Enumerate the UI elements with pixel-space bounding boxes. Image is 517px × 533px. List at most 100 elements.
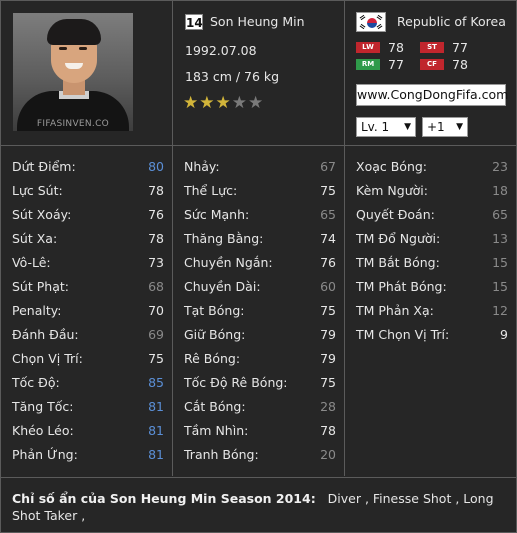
stat-row: Rê Bóng: 79	[184, 349, 336, 367]
stat-label: Tranh Bóng:	[184, 446, 259, 462]
stat-row: Chuyền Ngắn: 76	[184, 253, 336, 271]
stat-row: Cắt Bóng: 28	[184, 397, 336, 415]
stat-label: Giữ Bóng:	[184, 326, 246, 342]
stat-label: Thăng Bằng:	[184, 230, 264, 246]
star-filled-icon: ★	[199, 93, 216, 113]
stat-value: 81	[148, 398, 164, 414]
stat-value: 65	[320, 206, 336, 222]
stat-value: 13	[492, 230, 508, 246]
player-info: 14 Son Heung Min 1992.07.08 183 cm / 76 …	[173, 1, 345, 145]
hidden-traits: Chỉ số ẩn của Son Heung Min Season 2014:…	[0, 478, 517, 533]
stat-value: 23	[492, 158, 508, 174]
position-value-cf: 78	[452, 57, 468, 72]
stat-label: Sút Xoáy:	[12, 206, 72, 222]
hidden-traits-heading: Chỉ số ẩn của Son Heung Min Season 2014:	[12, 491, 316, 506]
stat-row: Tốc Độ: 85	[12, 373, 164, 391]
stat-row: Kèm Người: 18	[356, 181, 508, 199]
level-select[interactable]: Lv. 1 ▼	[356, 117, 416, 137]
stat-label: Vô-Lê:	[12, 254, 51, 270]
stat-row: Vô-Lê: 73	[12, 253, 164, 271]
stat-row: Quyết Đoán: 65	[356, 205, 508, 223]
stat-row: Sút Xoáy: 76	[12, 205, 164, 223]
position-row: RM 77 CF 78	[356, 57, 484, 72]
stat-label: Tốc Độ:	[12, 374, 60, 390]
stat-value: 78	[320, 422, 336, 438]
stat-row: Tốc Độ Rê Bóng: 75	[184, 373, 336, 391]
stat-label: Đánh Đầu:	[12, 326, 79, 342]
stat-label: Sút Xa:	[12, 230, 58, 246]
player-card: FIFASINVEN.CO 14 Son Heung Min 1992.07.0…	[0, 0, 517, 533]
stat-label: Tạt Bóng:	[184, 302, 245, 318]
stat-label: Khéo Léo:	[12, 422, 74, 438]
stat-value: 15	[492, 278, 508, 294]
stat-label: Tầm Nhìn:	[184, 422, 249, 438]
site-link[interactable]: www.CongDongFifa.com	[356, 84, 508, 106]
stat-label: Dứt Điểm:	[12, 158, 76, 174]
stat-value: 79	[320, 350, 336, 366]
stat-value: 75	[320, 182, 336, 198]
chevron-down-icon: ▼	[456, 122, 463, 132]
star-empty-icon: ★	[231, 93, 248, 113]
stat-row: TM Phát Bóng: 15	[356, 277, 508, 295]
stat-label: TM Bắt Bóng:	[356, 254, 440, 270]
stat-row: TM Phản Xạ: 12	[356, 301, 508, 319]
stat-row: Dứt Điểm: 80	[12, 157, 164, 175]
stats-column-2: Nhảy: 67 Thể Lực: 75 Sức Mạnh: 65 Thăng Bằng: 7…	[173, 146, 345, 476]
stat-value: 67	[320, 158, 336, 174]
stat-row: Đánh Đầu: 69	[12, 325, 164, 343]
stats-table: Dứt Điểm: 80 Lực Sút: 78 Sút Xoáy: 76 Sút Xa: 7…	[0, 146, 517, 478]
stat-label: Quyết Đoán:	[356, 206, 435, 222]
stat-value: 81	[148, 422, 164, 438]
stat-value: 28	[320, 398, 336, 414]
star-empty-icon: ★	[248, 93, 265, 113]
stat-row: Giữ Bóng: 79	[184, 325, 336, 343]
position-value-rm: 77	[388, 57, 404, 72]
stat-label: TM Phản Xạ:	[356, 302, 434, 318]
stat-row: Sút Xa: 78	[12, 229, 164, 247]
photo-cell: FIFASINVEN.CO	[1, 1, 173, 145]
player-photo: FIFASINVEN.CO	[13, 13, 133, 131]
shirt-number-badge: 14	[185, 14, 203, 30]
stat-label: Sức Mạnh:	[184, 206, 250, 222]
stat-row: Chọn Vị Trí: 75	[12, 349, 164, 367]
stat-row: Lực Sút: 78	[12, 181, 164, 199]
stat-label: Phản Ứng:	[12, 446, 78, 462]
stats-column-1: Dứt Điểm: 80 Lực Sút: 78 Sút Xoáy: 76 Sút Xa: 7…	[1, 146, 173, 476]
stat-value: 9	[500, 326, 508, 342]
plus-select-value: +1	[427, 120, 445, 134]
stat-label: TM Chọn Vị Trí:	[356, 326, 450, 342]
stat-value: 75	[320, 302, 336, 318]
stat-value: 80	[148, 158, 164, 174]
south-korea-flag-icon	[356, 12, 386, 32]
stat-row: Tranh Bóng: 20	[184, 445, 336, 463]
stat-label: Tốc Độ Rê Bóng:	[184, 374, 288, 390]
stat-label: Chọn Vị Trí:	[12, 350, 83, 366]
stat-value: 74	[320, 230, 336, 246]
stat-label: Rê Bóng:	[184, 350, 241, 366]
stat-row: Thể Lực: 75	[184, 181, 336, 199]
country-name: Republic of Korea	[397, 14, 506, 29]
stat-value: 73	[148, 254, 164, 270]
player-dob: 1992.07.08	[185, 43, 257, 58]
stat-value: 76	[148, 206, 164, 222]
stat-label: TM Đổ Người:	[356, 230, 441, 246]
plus-select[interactable]: +1 ▼	[422, 117, 468, 137]
stat-label: Nhảy:	[184, 158, 220, 174]
stat-row: Sức Mạnh: 65	[184, 205, 336, 223]
stat-label: Penalty:	[12, 302, 62, 318]
stat-row: Thăng Bằng: 74	[184, 229, 336, 247]
position-value-st: 77	[452, 40, 468, 55]
stat-value: 75	[148, 350, 164, 366]
nationality-cell: Republic of Korea LW 78 ST 77 RM 77 CF 7…	[345, 1, 517, 145]
position-row: LW 78 ST 77	[356, 40, 484, 55]
stat-row: Tạt Bóng: 75	[184, 301, 336, 319]
star-filled-icon: ★	[183, 93, 200, 113]
chevron-down-icon: ▼	[404, 122, 411, 132]
star-filled-icon: ★	[215, 93, 232, 113]
stat-value: 60	[320, 278, 336, 294]
stat-value: 69	[148, 326, 164, 342]
stat-value: 78	[148, 182, 164, 198]
stat-value: 68	[148, 278, 164, 294]
stat-value: 85	[148, 374, 164, 390]
player-header: FIFASINVEN.CO 14 Son Heung Min 1992.07.0…	[0, 0, 517, 146]
